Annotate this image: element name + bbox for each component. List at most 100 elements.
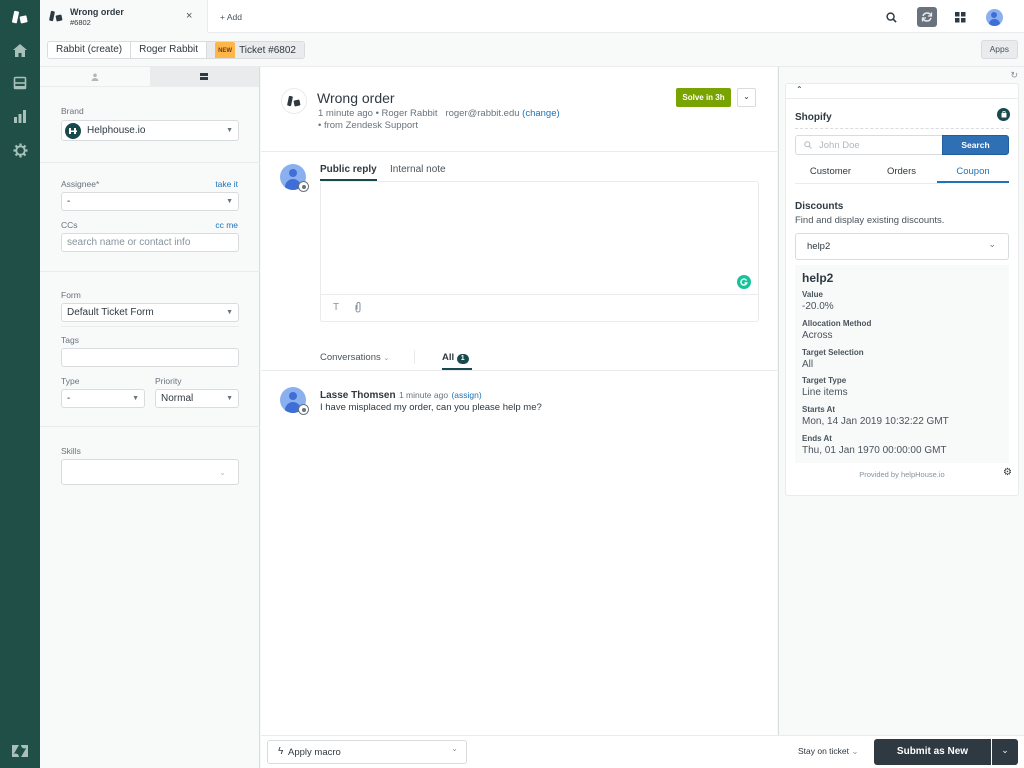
reporting-icon[interactable] — [0, 99, 40, 133]
ticket-footer: ϟ Apply macro ⌄ Stay on ticket ⌄ Submit … — [261, 735, 1024, 768]
customer-search-input[interactable]: John Doe — [795, 135, 943, 155]
breadcrumb-ticket[interactable]: NEW Ticket #6802 — [207, 42, 304, 58]
user-avatar-icon[interactable] — [984, 7, 1004, 27]
conversations-label: Conversations — [320, 352, 381, 363]
apply-macro-select[interactable]: ϟ Apply macro ⌄ — [267, 740, 467, 764]
breadcrumb-requester[interactable]: Roger Rabbit — [131, 42, 208, 58]
message-time: 1 minute ago — [398, 390, 449, 400]
skills-label: Skills — [61, 446, 81, 456]
attachment-icon[interactable] — [354, 301, 362, 316]
ccs-label: CCs — [61, 220, 78, 230]
tab-public-reply[interactable]: Public reply — [320, 164, 377, 181]
detail-ends-at: Ends At Thu, 01 Jan 1970 00:00:00 GMT — [802, 434, 947, 456]
detail-value: Value -20.0% — [802, 290, 834, 312]
breadcrumb: Rabbit (create) Roger Rabbit NEW Ticket #… — [47, 41, 305, 59]
form-select[interactable]: Default Ticket Form ▼ — [61, 303, 239, 322]
customer-avatar — [280, 387, 309, 415]
add-tab-button[interactable]: + Add — [220, 12, 242, 22]
chevron-down-icon: ⌄ — [219, 468, 226, 477]
change-requester-link[interactable]: (change) — [522, 108, 560, 119]
type-value: - — [67, 393, 71, 404]
reply-textarea[interactable] — [321, 182, 758, 295]
ticket-properties-panel: Brand Helphouse.io ▼ Assignee* take it -… — [40, 67, 260, 768]
chevron-down-icon: ▼ — [132, 395, 139, 402]
ticket-title[interactable]: Wrong order — [317, 90, 395, 106]
take-it-link[interactable]: take it — [215, 179, 238, 189]
text-format-icon[interactable]: T — [333, 302, 339, 313]
priority-select[interactable]: Normal ▼ — [155, 389, 239, 408]
tab-customer[interactable]: Customer — [795, 166, 866, 177]
submit-button[interactable]: Submit as New — [874, 739, 991, 765]
tab-coupon[interactable]: Coupon — [937, 166, 1009, 183]
discount-select[interactable]: help2 ⌄ — [795, 233, 1009, 260]
priority-label: Priority — [155, 376, 182, 386]
breadcrumb-organization[interactable]: Rabbit (create) — [48, 42, 132, 58]
search-button[interactable]: Search — [942, 135, 1009, 155]
app-settings-gear-icon[interactable]: ⚙ — [1003, 467, 1012, 478]
conversations-filter[interactable]: Conversations ⌄ — [320, 352, 389, 363]
ticket-source: • from Zendesk Support — [318, 120, 418, 131]
product-tray-icon[interactable] — [950, 7, 970, 27]
tags-input[interactable] — [61, 348, 239, 367]
chevron-down-icon: ⌄ — [451, 744, 458, 753]
top-bar: Wrong order #6802 × + Add — [40, 0, 1024, 33]
skills-select[interactable]: ⌄ — [61, 459, 239, 485]
ticket-channel-icon — [49, 10, 63, 25]
search-icon — [804, 141, 812, 149]
admin-gear-icon[interactable] — [0, 133, 40, 167]
assignee-select[interactable]: - ▼ — [61, 192, 239, 211]
type-label: Type — [61, 376, 80, 386]
ticket-tab[interactable]: Wrong order #6802 × — [40, 0, 208, 33]
chevron-down-icon: ⌄ — [851, 746, 859, 756]
stay-on-ticket-dropdown[interactable]: Stay on ticket ⌄ — [798, 746, 859, 757]
assign-link[interactable]: (assign) — [451, 390, 481, 400]
tab-all[interactable]: All 1 — [442, 352, 472, 370]
user-icon — [91, 73, 99, 81]
section-divider — [40, 162, 260, 163]
tab-orders[interactable]: Orders — [866, 166, 937, 177]
tab-user[interactable] — [40, 67, 150, 86]
ticket-options-dropdown[interactable]: ⌄ — [737, 88, 756, 107]
ticket-meta: 1 minute ago • Roger Rabbit roger@rabbit… — [318, 108, 560, 119]
detail-starts-at: Starts At Mon, 14 Jan 2019 10:32:22 GMT — [802, 405, 949, 427]
customer-badge-icon — [298, 404, 309, 415]
detail-key: Starts At — [802, 405, 836, 414]
tab-ticket-properties[interactable] — [149, 67, 259, 86]
submit-options-dropdown[interactable]: ⌄ — [992, 739, 1018, 765]
solve-sla-button[interactable]: Solve in 3h — [676, 88, 731, 107]
requester-email: roger@rabbit.edu — [445, 108, 520, 119]
chevron-down-icon: ▼ — [226, 198, 233, 205]
chevron-down-icon: ▼ — [226, 395, 233, 402]
detail-target-selection: Target Selection All — [802, 348, 864, 370]
priority-value: Normal — [161, 393, 194, 404]
form-value: Default Ticket Form — [67, 307, 154, 318]
cc-me-link[interactable]: cc me — [215, 220, 238, 230]
type-select[interactable]: - ▼ — [61, 389, 145, 408]
message-author[interactable]: Lasse Thomsen — [320, 390, 396, 401]
home-icon[interactable] — [0, 33, 40, 67]
views-icon[interactable] — [0, 66, 40, 100]
breadcrumb-ticket-label: Ticket #6802 — [239, 45, 296, 56]
search-icon[interactable] — [881, 7, 901, 27]
ticket-workspace: Wrong order 1 minute ago • Roger Rabbit … — [261, 67, 777, 735]
assignee-label: Assignee* — [61, 179, 100, 189]
brand-select[interactable]: Helphouse.io ▼ — [61, 120, 239, 141]
lightning-icon: ϟ — [278, 746, 284, 757]
detail-val: -20.0% — [802, 301, 834, 312]
ccs-input[interactable]: search name or contact info — [61, 233, 239, 252]
apps-button[interactable]: Apps — [980, 40, 1018, 59]
close-tab-icon[interactable]: × — [186, 10, 192, 22]
refresh-icon[interactable] — [917, 7, 937, 27]
search-placeholder: John Doe — [819, 140, 860, 151]
title-divider — [795, 128, 1009, 129]
filter-divider — [414, 350, 415, 364]
chevron-down-icon: ▼ — [226, 309, 233, 316]
assignee-value: - — [67, 196, 71, 207]
zendesk-logo-icon[interactable] — [0, 0, 40, 34]
detail-val: Across — [802, 330, 833, 341]
app-collapse-bar[interactable]: ⌃ — [786, 84, 1018, 99]
reload-apps-icon[interactable]: ↻ — [1010, 70, 1018, 81]
tab-internal-note[interactable]: Internal note — [390, 164, 446, 175]
grammarly-icon[interactable] — [737, 275, 751, 289]
detail-val: Mon, 14 Jan 2019 10:32:22 GMT — [802, 416, 949, 427]
